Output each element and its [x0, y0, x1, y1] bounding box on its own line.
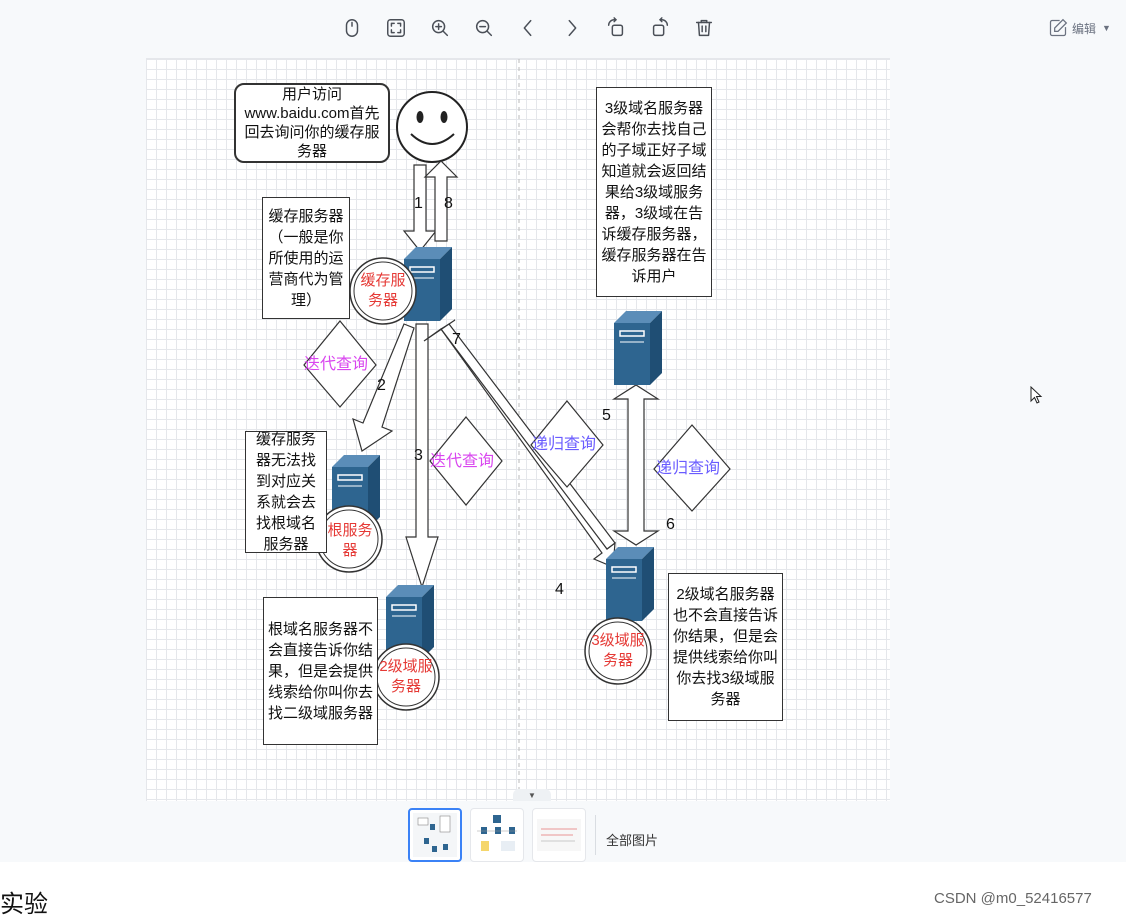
thumbnail-separator [595, 815, 596, 855]
note-user-visit: 用户访问www.baidu.com首先回去询问你的缓存服务器 [234, 83, 390, 163]
subdomain-server-icon [613, 310, 663, 386]
step-number: 8 [444, 195, 453, 212]
mouse-cursor-icon [1030, 386, 1043, 404]
step-number: 5 [602, 407, 611, 424]
delete-button[interactable] [682, 12, 726, 44]
note-root-server: 根域名服务器不会直接告诉你结果，但是会提供线索给你叫你去找二级域服务器 [263, 597, 378, 745]
third-level-server-icon [605, 546, 655, 622]
viewer-toolbar [330, 12, 726, 44]
chevron-left-icon [523, 19, 532, 37]
next-button[interactable] [550, 12, 594, 44]
thumbnail-3-preview [537, 819, 581, 851]
zoom-in-icon [431, 19, 449, 37]
zoom-in-button[interactable] [418, 12, 462, 44]
step-number: 7 [452, 331, 461, 348]
note-third-level-server: 3级域名服务器会帮你去找自己的子域正好子域知道就会返回结果给3级域服务器，3级域… [596, 87, 712, 297]
iterative-query-label-2: 迭代查询 [430, 453, 495, 470]
rotate-right-button[interactable] [638, 12, 682, 44]
iterative-query-label-1: 迭代查询 [304, 356, 369, 373]
previous-button[interactable] [506, 12, 550, 44]
second-level-server-label: 2级域服务器 [379, 658, 433, 695]
step-number: 1 [414, 195, 423, 212]
thumbnail-1-preview [413, 813, 457, 857]
arrow-5-6 [611, 384, 661, 546]
csdn-watermark: CSDN @m0_52416577 [934, 890, 1092, 907]
cache-server-label: 缓存服务器 [360, 272, 406, 309]
note-cache-not-found: 缓存服务器无法找到对应关系就会去找根域名服务器 [245, 431, 327, 553]
step-number: 2 [377, 377, 386, 394]
zoom-out-icon [475, 19, 493, 37]
rotate-left-button[interactable] [594, 12, 638, 44]
mouse-icon [345, 19, 359, 37]
step-number: 3 [414, 447, 423, 464]
rotate-left-icon [607, 17, 624, 37]
fit-screen-button[interactable] [374, 12, 418, 44]
thumbnail-2-preview [477, 815, 517, 851]
user-smiley-icon [396, 91, 468, 163]
recursive-query-label-1: 递归查询 [532, 436, 597, 453]
mouse-mode-button[interactable] [330, 12, 374, 44]
step-number: 6 [666, 516, 675, 533]
thumbnail-1[interactable] [408, 808, 462, 862]
zoom-out-button[interactable] [462, 12, 506, 44]
diagram-canvas: 用户访问www.baidu.com首先回去询问你的缓存服务器 缓存服务器（一般是… [146, 58, 890, 801]
collapse-thumbnails-button[interactable]: ▼ [513, 789, 551, 801]
edit-icon [1049, 18, 1068, 37]
note-second-level-server: 2级域名服务器也不会直接告诉你结果，但是会提供线索给你叫你去找3级域服务器 [668, 573, 783, 721]
trash-icon [695, 19, 713, 37]
thumbnail-2[interactable] [470, 808, 524, 862]
recursive-query-label-2: 递归查询 [656, 460, 721, 477]
section-heading: 实验 [0, 891, 48, 918]
third-level-server-label: 3级域服务器 [591, 632, 645, 669]
note-cache-server: 缓存服务器（一般是你所使用的运营商代为管理） [262, 197, 350, 319]
chevron-right-icon [568, 19, 577, 37]
caret-down-icon: ▼ [1102, 23, 1111, 33]
edit-label: 编辑 [1072, 21, 1097, 36]
fit-screen-icon [387, 19, 405, 37]
step-number: 4 [555, 581, 564, 598]
edit-button[interactable]: 编辑 ▼ [1048, 18, 1111, 38]
root-server-label: 根服务器 [327, 522, 373, 559]
all-images-link[interactable]: 全部图片 [606, 830, 658, 849]
thumbnail-3[interactable] [532, 808, 586, 862]
rotate-right-icon [652, 17, 669, 37]
